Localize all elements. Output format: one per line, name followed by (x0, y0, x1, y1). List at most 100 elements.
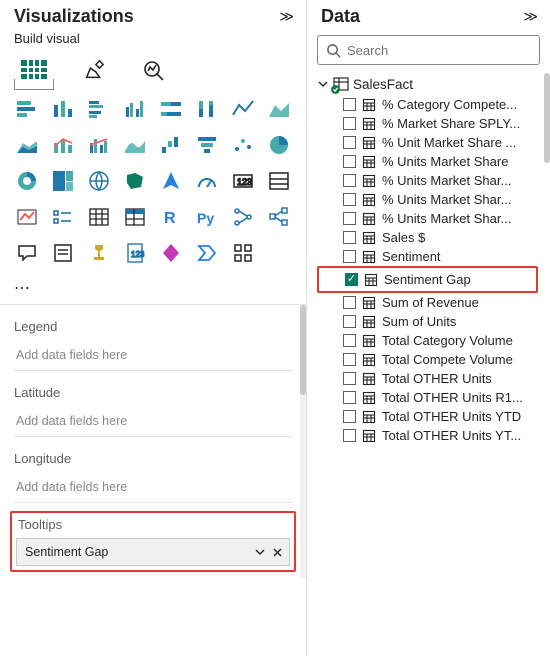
clustered-column-chart-icon[interactable] (120, 94, 150, 124)
field-row[interactable]: Total OTHER Units (317, 369, 550, 388)
field-label: Sales $ (382, 230, 425, 245)
field-row[interactable]: Total Category Volume (317, 331, 550, 350)
r-visual-icon[interactable]: R (156, 202, 186, 232)
python-visual-icon[interactable]: Py (192, 202, 222, 232)
power-apps-icon[interactable] (156, 238, 186, 268)
decomposition-tree-icon[interactable] (264, 202, 294, 232)
measure-icon (362, 372, 376, 386)
field-checkbox[interactable] (343, 117, 356, 130)
treemap-icon[interactable] (48, 166, 78, 196)
field-row[interactable]: Sales $ (317, 228, 550, 247)
multi-row-card-icon[interactable] (264, 166, 294, 196)
field-row[interactable]: % Units Market Shar... (317, 190, 550, 209)
field-checkbox[interactable] (343, 315, 356, 328)
hundred-stacked-column-icon[interactable] (192, 94, 222, 124)
field-row[interactable]: % Category Compete... (317, 95, 550, 114)
field-checkbox[interactable]: ✓ (345, 273, 358, 286)
field-checkbox[interactable] (343, 372, 356, 385)
field-checkbox[interactable] (343, 231, 356, 244)
funnel-chart-icon[interactable] (192, 130, 222, 160)
donut-chart-icon[interactable] (12, 166, 42, 196)
pie-chart-icon[interactable] (264, 130, 294, 160)
stacked-area-chart-icon[interactable] (12, 130, 42, 160)
field-checkbox[interactable] (343, 136, 356, 149)
more-visuals-button[interactable]: ⋯ (0, 278, 306, 304)
measure-icon (362, 193, 376, 207)
field-checkbox[interactable] (343, 410, 356, 423)
field-label: Total Compete Volume (382, 352, 513, 367)
field-checkbox[interactable] (343, 155, 356, 168)
field-row[interactable]: Sum of Revenue (317, 293, 550, 312)
table-icon[interactable] (84, 202, 114, 232)
field-checkbox[interactable] (343, 391, 356, 404)
apps-icon[interactable] (228, 238, 258, 268)
field-row[interactable]: ✓Sentiment Gap (319, 270, 536, 289)
field-checkbox[interactable] (343, 193, 356, 206)
field-label: Sentiment (382, 249, 441, 264)
latitude-well-drop[interactable]: Add data fields here (14, 406, 292, 437)
clustered-bar-chart-icon[interactable] (84, 94, 114, 124)
remove-chip-icon[interactable] (272, 547, 283, 558)
gauge-icon[interactable] (192, 166, 222, 196)
field-checkbox[interactable] (343, 98, 356, 111)
field-checkbox[interactable] (343, 296, 356, 309)
tooltips-chip[interactable]: Sentiment Gap (16, 538, 290, 566)
kpi-icon[interactable] (12, 202, 42, 232)
goals-icon[interactable] (84, 238, 114, 268)
smart-narrative-icon[interactable] (48, 238, 78, 268)
expand-icon[interactable] (317, 78, 329, 90)
search-input-wrap[interactable] (317, 35, 540, 65)
field-checkbox[interactable] (343, 334, 356, 347)
field-row[interactable]: % Units Market Shar... (317, 171, 550, 190)
table-row[interactable]: SalesFact (317, 73, 550, 95)
measure-icon (362, 155, 376, 169)
field-row[interactable]: % Units Market Share (317, 152, 550, 171)
field-row[interactable]: Total Compete Volume (317, 350, 550, 369)
azure-map-icon[interactable] (156, 166, 186, 196)
field-checkbox[interactable] (343, 429, 356, 442)
tab-analytics[interactable] (140, 56, 168, 84)
power-automate-icon[interactable] (192, 238, 222, 268)
search-input[interactable] (347, 43, 531, 58)
line-clustered-column-icon[interactable] (84, 130, 114, 160)
chevron-down-icon[interactable] (254, 546, 266, 558)
field-row[interactable]: Total OTHER Units R1... (317, 388, 550, 407)
field-checkbox[interactable] (343, 353, 356, 366)
stacked-bar-chart-icon[interactable] (12, 94, 42, 124)
paginated-report-icon[interactable]: 123 (120, 238, 150, 268)
collapse-data-icon[interactable]: ≫ (523, 8, 538, 25)
qa-visual-icon[interactable] (12, 238, 42, 268)
filled-map-icon[interactable] (120, 166, 150, 196)
field-checkbox[interactable] (343, 212, 356, 225)
stacked-column-chart-icon[interactable] (48, 94, 78, 124)
field-row[interactable]: Total OTHER Units YT... (317, 426, 550, 445)
field-row[interactable]: % Units Market Shar... (317, 209, 550, 228)
collapse-viz-icon[interactable]: ≫ (279, 8, 294, 25)
key-influencers-icon[interactable] (228, 202, 258, 232)
hundred-stacked-bar-icon[interactable] (156, 94, 186, 124)
field-label: Sum of Units (382, 314, 456, 329)
legend-well-drop[interactable]: Add data fields here (14, 340, 292, 371)
waterfall-chart-icon[interactable] (156, 130, 186, 160)
field-row[interactable]: Sentiment (317, 247, 550, 266)
field-row[interactable]: % Unit Market Share ... (317, 133, 550, 152)
field-row[interactable]: Sum of Units (317, 312, 550, 331)
fields-scrollbar-thumb[interactable] (544, 73, 550, 163)
scatter-chart-icon[interactable] (228, 130, 258, 160)
field-row[interactable]: Total OTHER Units YTD (317, 407, 550, 426)
longitude-well-drop[interactable]: Add data fields here (14, 472, 292, 503)
line-stacked-column-icon[interactable] (48, 130, 78, 160)
slicer-icon[interactable] (48, 202, 78, 232)
ribbon-chart-icon[interactable] (120, 130, 150, 160)
map-icon[interactable] (84, 166, 114, 196)
tab-format[interactable] (80, 56, 108, 84)
matrix-icon[interactable] (120, 202, 150, 232)
line-chart-icon[interactable] (228, 94, 258, 124)
tab-build[interactable] (20, 56, 48, 84)
field-checkbox[interactable] (343, 174, 356, 187)
field-row[interactable]: % Market Share SPLY... (317, 114, 550, 133)
field-checkbox[interactable] (343, 250, 356, 263)
visualizations-pane: Visualizations ≫ Build visual (0, 0, 306, 656)
card-icon[interactable]: 123 (228, 166, 258, 196)
area-chart-icon[interactable] (264, 94, 294, 124)
